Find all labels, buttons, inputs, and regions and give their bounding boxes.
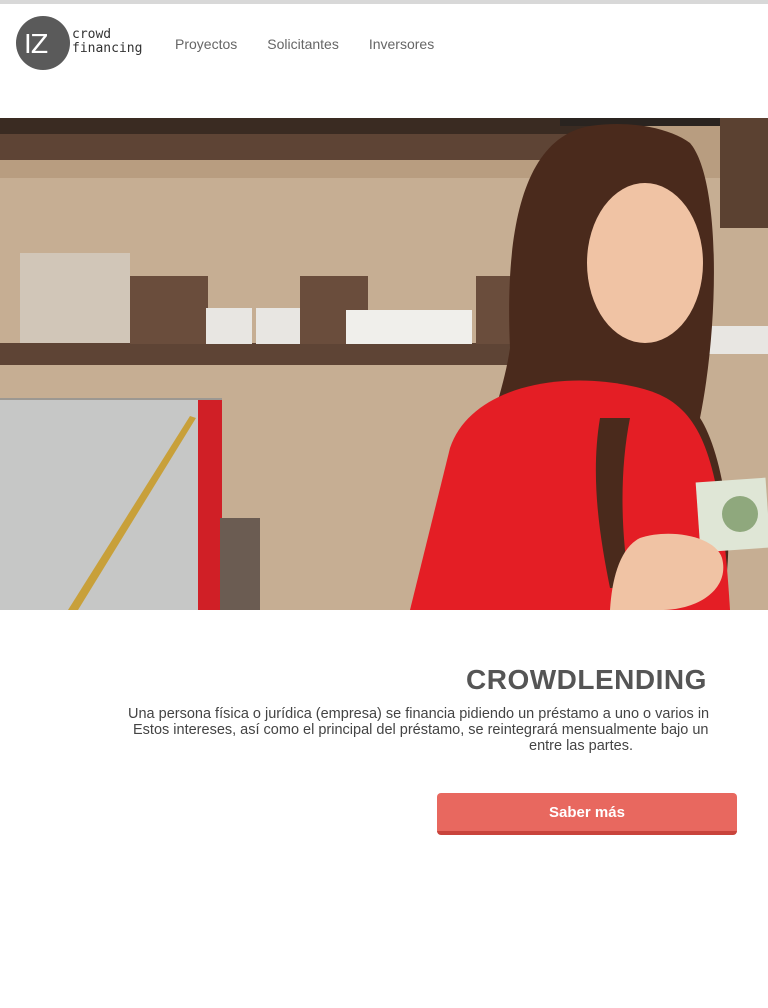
nav-link-proyectos[interactable]: Proyectos [175, 36, 237, 52]
nav-link-solicitantes[interactable]: Solicitantes [267, 36, 339, 52]
logo-word-crowd: crowd [72, 27, 112, 42]
logo-monogram: IZ [24, 30, 49, 60]
description-line-1: Una persona física o jurídica (empresa) … [128, 706, 710, 722]
description-line-2: Estos intereses, así como el principal d… [133, 722, 709, 738]
logo-word-financing: financing [72, 41, 143, 56]
nav-link-inversores[interactable]: Inversores [369, 36, 434, 52]
hero-photo-illustration [0, 118, 768, 610]
logo-wordmark: crowd financing [72, 27, 143, 56]
section-description: Una persona física o jurídica (empresa) … [128, 706, 768, 754]
navbar: IZ crowd financing Proyectos Solicitante… [0, 4, 768, 84]
section-title: CROWDLENDING [466, 664, 707, 695]
saber-mas-button[interactable]: Saber más [437, 793, 737, 835]
brand-logo[interactable]: IZ crowd financing [16, 16, 143, 74]
hero-image [0, 118, 768, 610]
main-nav: Proyectos Solicitantes Inversores [175, 36, 434, 52]
description-line-3: entre las partes. [529, 738, 633, 754]
logo-circle: IZ [16, 16, 70, 70]
